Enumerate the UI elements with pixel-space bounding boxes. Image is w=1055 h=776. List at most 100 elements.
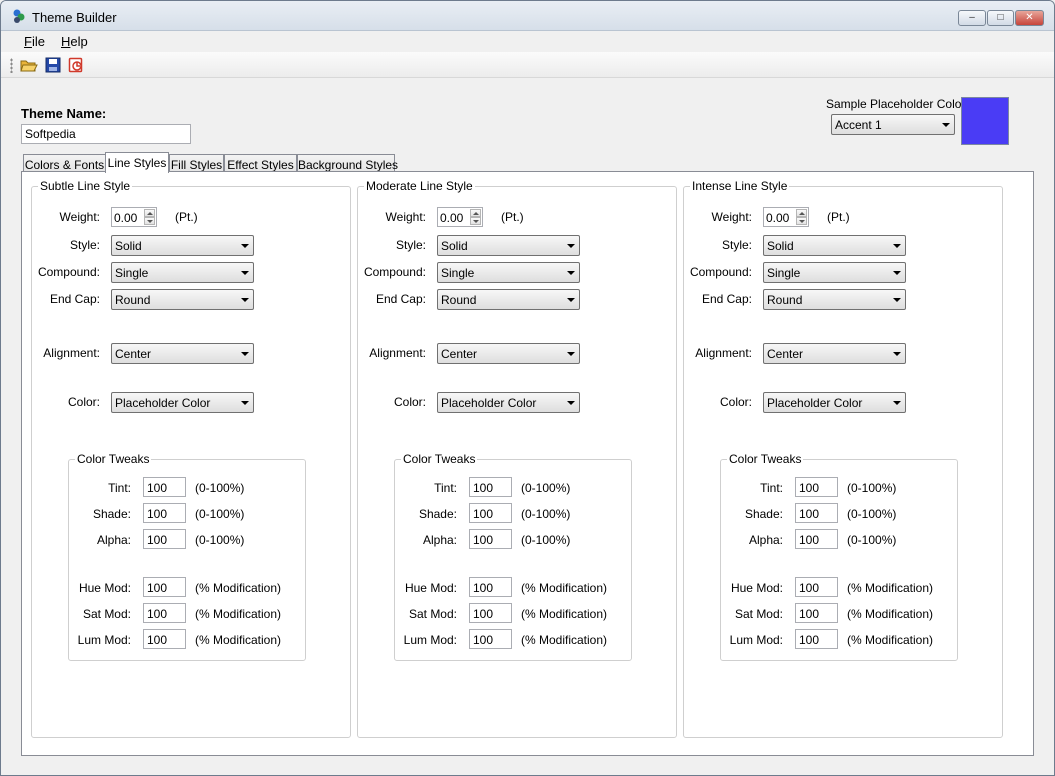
sample-color-select[interactable]: Accent 1 [831,114,955,135]
alpha-input[interactable]: 100 [143,529,186,549]
alignment-select[interactable]: Center [437,343,580,364]
huemod-input[interactable]: 100 [469,577,512,597]
lummod-input[interactable]: 100 [469,629,512,649]
open-folder-icon[interactable] [20,57,38,73]
chevron-down-icon [241,271,249,275]
spin-down-icon[interactable] [470,217,481,225]
app-window: Theme Builder – □ ✕ File Help Theme Name… [0,0,1055,776]
weight-label: Weight: [385,210,426,224]
lummod-label: Lum Mod: [77,633,131,647]
alpha-input[interactable]: 100 [795,529,838,549]
tint-input[interactable]: 100 [469,477,512,497]
spin-up-icon[interactable] [796,209,807,217]
shade-label: Shade: [92,507,131,521]
huemod-input[interactable]: 100 [143,577,186,597]
lummod-input[interactable]: 100 [143,629,186,649]
satmod-input[interactable]: 100 [469,603,512,623]
compound-select[interactable]: Single [437,262,580,283]
theme-name-label: Theme Name: [21,106,107,121]
style-label: Style: [69,238,100,252]
alpha-input[interactable]: 100 [469,529,512,549]
spin-down-icon[interactable] [144,217,155,225]
shade-unit: (0-100%) [847,507,897,521]
spin-up-icon[interactable] [144,209,155,217]
close-button[interactable]: ✕ [1015,10,1044,26]
color-select[interactable]: Placeholder Color [437,392,580,413]
end-cap-select[interactable]: Round [111,289,254,310]
weight-value: 0.00 [440,211,464,225]
tint-unit: (0-100%) [521,481,571,495]
alignment-select[interactable]: Center [763,343,906,364]
color-value: Placeholder Color [767,396,863,410]
weight-unit: (Pt.) [501,210,524,224]
endcap-value: Round [441,293,477,307]
chevron-down-icon [893,271,901,275]
spin-up-icon[interactable] [470,209,481,217]
style-select[interactable]: Solid [763,235,906,256]
weight-spinner[interactable]: 0.00 [111,207,157,227]
weight-unit: (Pt.) [175,210,198,224]
style-value: Solid [441,239,468,253]
color-label: Color: [393,395,426,409]
compound-label: Compound: [689,265,752,279]
alignment-label: Alignment: [695,346,752,360]
style-value: Solid [767,239,794,253]
chevron-down-icon [567,401,575,405]
color-select[interactable]: Placeholder Color [763,392,906,413]
shade-unit: (0-100%) [521,507,571,521]
lummod-input[interactable]: 100 [795,629,838,649]
huemod-label: Hue Mod: [404,581,457,595]
color-label: Color: [719,395,752,409]
alpha-unit: (0-100%) [847,533,897,547]
color-value: Placeholder Color [441,396,537,410]
menu-help[interactable]: Help [61,34,88,49]
alignment-label: Alignment: [369,346,426,360]
group-title: Intense Line Style [690,179,790,193]
lummod-unit: (% Modification) [195,633,282,647]
shade-input[interactable]: 100 [143,503,186,523]
satmod-unit: (% Modification) [521,607,608,621]
app-logo-icon [13,9,25,23]
color-label: Color: [67,395,100,409]
chevron-down-icon [567,352,575,356]
huemod-input[interactable]: 100 [795,577,838,597]
weight-spinner[interactable]: 0.00 [763,207,809,227]
chevron-down-icon [241,401,249,405]
alignment-select[interactable]: Center [111,343,254,364]
shade-input[interactable]: 100 [795,503,838,523]
sample-color-swatch [961,97,1009,145]
alpha-label: Alpha: [422,533,457,547]
satmod-unit: (% Modification) [847,607,934,621]
compound-select[interactable]: Single [111,262,254,283]
tint-input[interactable]: 100 [143,477,186,497]
theme-name-input[interactable] [21,124,191,144]
style-select[interactable]: Solid [111,235,254,256]
title-bar[interactable]: Theme Builder – □ ✕ [1,1,1054,31]
maximize-button[interactable]: □ [987,10,1014,26]
toolbar-grip[interactable] [10,58,13,73]
minimize-button[interactable]: – [958,10,986,26]
lummod-unit: (% Modification) [521,633,608,647]
spin-down-icon[interactable] [796,217,807,225]
tint-input[interactable]: 100 [795,477,838,497]
end-cap-select[interactable]: Round [437,289,580,310]
group-title: Subtle Line Style [38,179,133,193]
color-select[interactable]: Placeholder Color [111,392,254,413]
tab-line-styles[interactable]: Line Styles [105,152,169,173]
weight-spinner[interactable]: 0.00 [437,207,483,227]
tint-label: Tint: [108,481,131,495]
color-tweaks-title: Color Tweaks [75,452,152,466]
end-cap-select[interactable]: Round [763,289,906,310]
shade-input[interactable]: 100 [469,503,512,523]
menu-file[interactable]: File [24,34,45,49]
satmod-input[interactable]: 100 [143,603,186,623]
style-select[interactable]: Solid [437,235,580,256]
weight-label: Weight: [59,210,100,224]
satmod-input[interactable]: 100 [795,603,838,623]
group-title: Moderate Line Style [364,179,475,193]
export-icon[interactable] [67,57,85,73]
compound-select[interactable]: Single [763,262,906,283]
color-tweaks-group: Color Tweaks Tint: 100 (0-100%) Shade: 100 (0-… [68,452,306,661]
satmod-unit: (% Modification) [195,607,282,621]
save-disk-icon[interactable] [44,57,62,73]
